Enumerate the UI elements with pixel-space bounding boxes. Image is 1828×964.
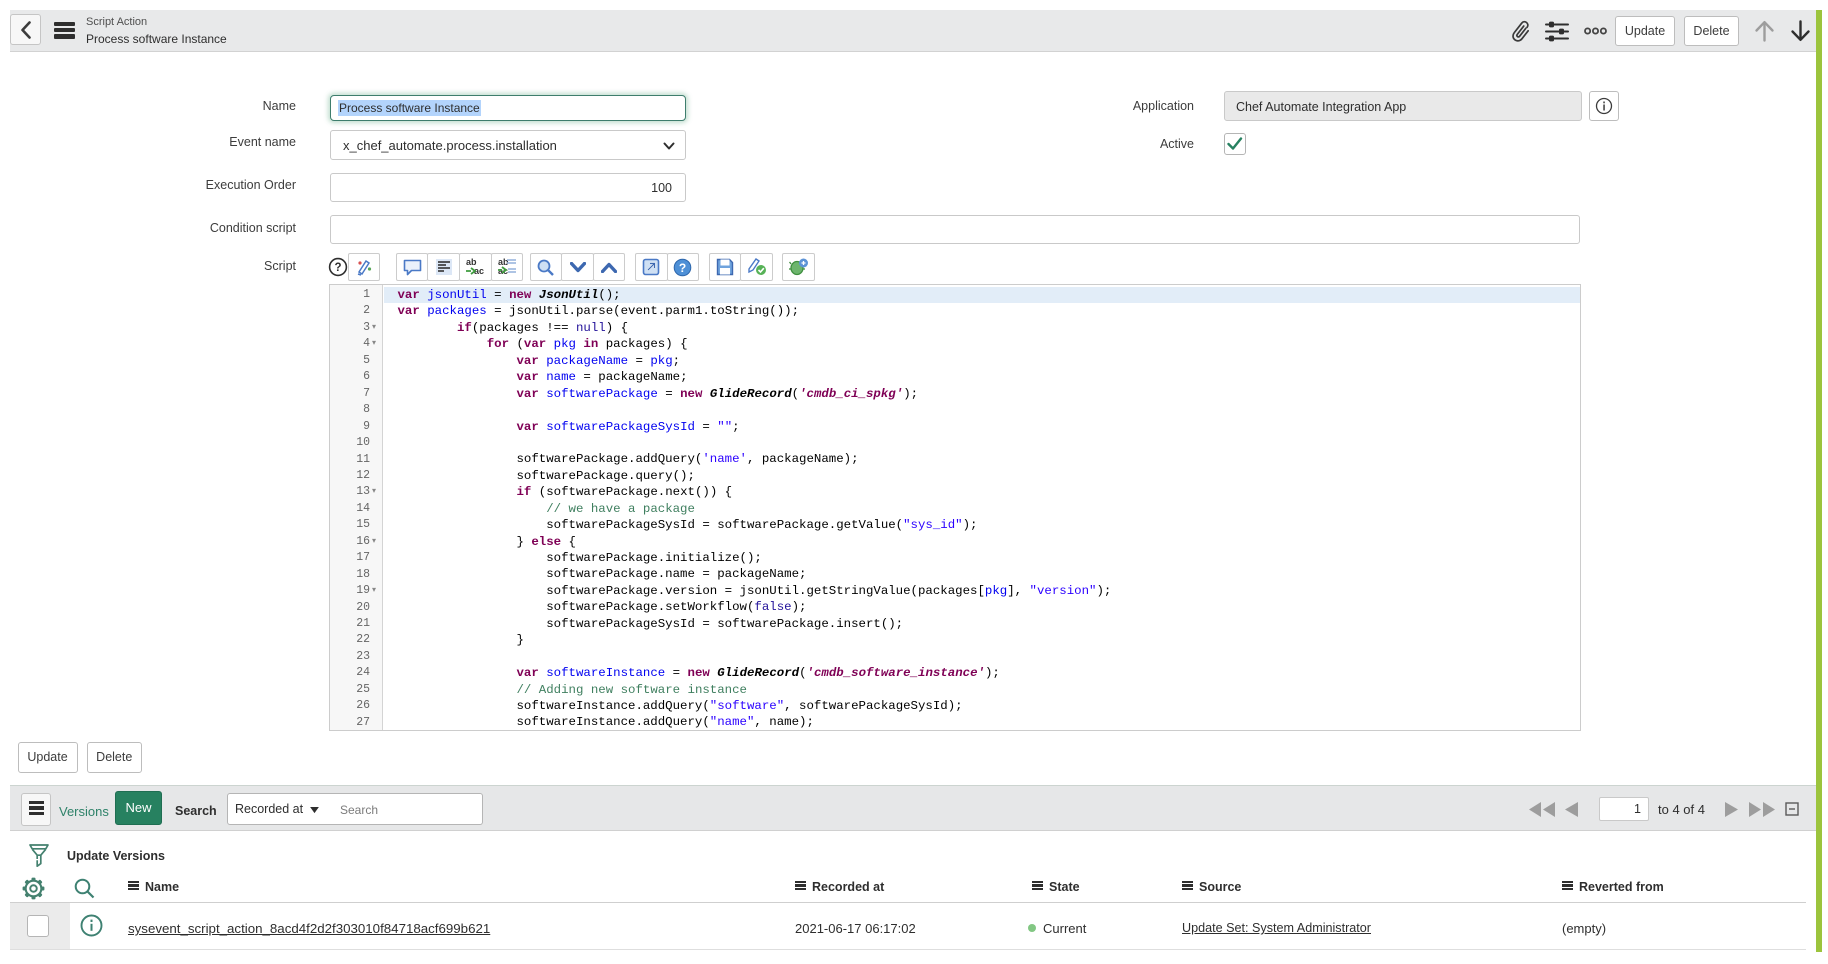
svg-text:?: ? (334, 262, 341, 274)
svg-text:?: ? (679, 261, 686, 275)
